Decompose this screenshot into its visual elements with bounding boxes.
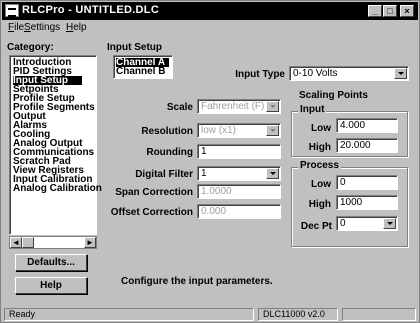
digital-filter-label: Digital Filter (135, 169, 193, 180)
decpt-select[interactable]: 0 (336, 216, 398, 231)
scale-select[interactable]: Fahrenheit (F) (197, 99, 281, 114)
process-high-field[interactable]: 1000 (336, 195, 398, 210)
process-high-label: High (308, 199, 331, 210)
process-low-label: Low (311, 179, 331, 190)
input-group-title: Input (298, 104, 327, 115)
span-correction-input[interactable]: 1.0000 (197, 184, 281, 199)
decpt-label: Dec Pt (300, 221, 332, 232)
category-list[interactable]: Introduction PID Settings Input Setup Setpo… (9, 55, 102, 235)
offset-correction-input[interactable]: 0.000 (197, 204, 281, 219)
process-low-field[interactable]: 0 (336, 175, 398, 190)
hint-text: Configure the input parameters. (121, 276, 273, 287)
input-high-label: High (308, 142, 331, 153)
category-item[interactable]: Analog Calibration (13, 184, 102, 194)
resolution-label: Resolution (141, 126, 193, 137)
chevron-down-icon[interactable] (266, 101, 279, 112)
input-low-field[interactable]: 4.000 (336, 118, 398, 133)
close-button[interactable]: × (400, 5, 414, 17)
scroll-right-arrow-icon[interactable]: ► (84, 237, 96, 248)
input-type-select[interactable]: 0-10 Volts (289, 66, 409, 81)
scroll-left-arrow-icon[interactable]: ◄ (10, 237, 22, 248)
input-type-label: Input Type (235, 69, 285, 80)
rounding-label: Rounding (146, 147, 193, 158)
chevron-down-icon[interactable] (394, 68, 407, 79)
page-title: Input Setup (107, 42, 162, 53)
app-icon[interactable] (5, 4, 19, 17)
menu-bar: File Settings Help (2, 21, 418, 36)
menu-help[interactable]: Help (66, 22, 87, 33)
status-panel-empty (342, 308, 416, 321)
title-bar[interactable]: RLCPro - UNTITLED.DLC _ □ × (2, 2, 418, 20)
input-high-field[interactable]: 20.000 (336, 138, 398, 153)
input-low-label: Low (311, 123, 331, 134)
rounding-input[interactable]: 1 (197, 144, 281, 159)
channel-list[interactable]: Channel A Channel B (113, 55, 173, 79)
menu-file[interactable]: File (8, 22, 24, 33)
status-bar: Ready DLC11000 v2.0 (2, 307, 418, 322)
minimize-button[interactable]: _ (368, 5, 382, 17)
offset-correction-label: Offset Correction (110, 207, 193, 218)
chevron-down-icon[interactable] (383, 218, 396, 229)
chevron-down-icon[interactable] (266, 168, 279, 179)
category-label: Category: (7, 42, 54, 53)
menu-settings[interactable]: Settings (24, 22, 60, 33)
resolution-select[interactable]: low (x1) (197, 123, 281, 138)
chevron-down-icon[interactable] (266, 125, 279, 136)
scroll-thumb[interactable] (22, 237, 34, 248)
scaling-points-title: Scaling Points (297, 90, 370, 101)
process-group-title: Process (298, 160, 341, 171)
status-text: Ready (4, 308, 254, 321)
window-title: RLCPro - UNTITLED.DLC (22, 4, 160, 16)
span-correction-label: Span Correction (115, 187, 193, 198)
category-scrollbar[interactable]: ◄ ► (9, 236, 97, 249)
version-text: DLC11000 v2.0 (258, 308, 338, 321)
channel-item-b[interactable]: Channel B (116, 67, 165, 77)
maximize-button[interactable]: □ (383, 5, 397, 17)
app-window: RLCPro - UNTITLED.DLC _ □ × File Setting… (0, 0, 420, 323)
defaults-button[interactable]: Defaults... (15, 254, 87, 271)
scale-label: Scale (166, 102, 193, 113)
help-button[interactable]: Help (15, 277, 87, 294)
digital-filter-select[interactable]: 1 (197, 166, 281, 181)
